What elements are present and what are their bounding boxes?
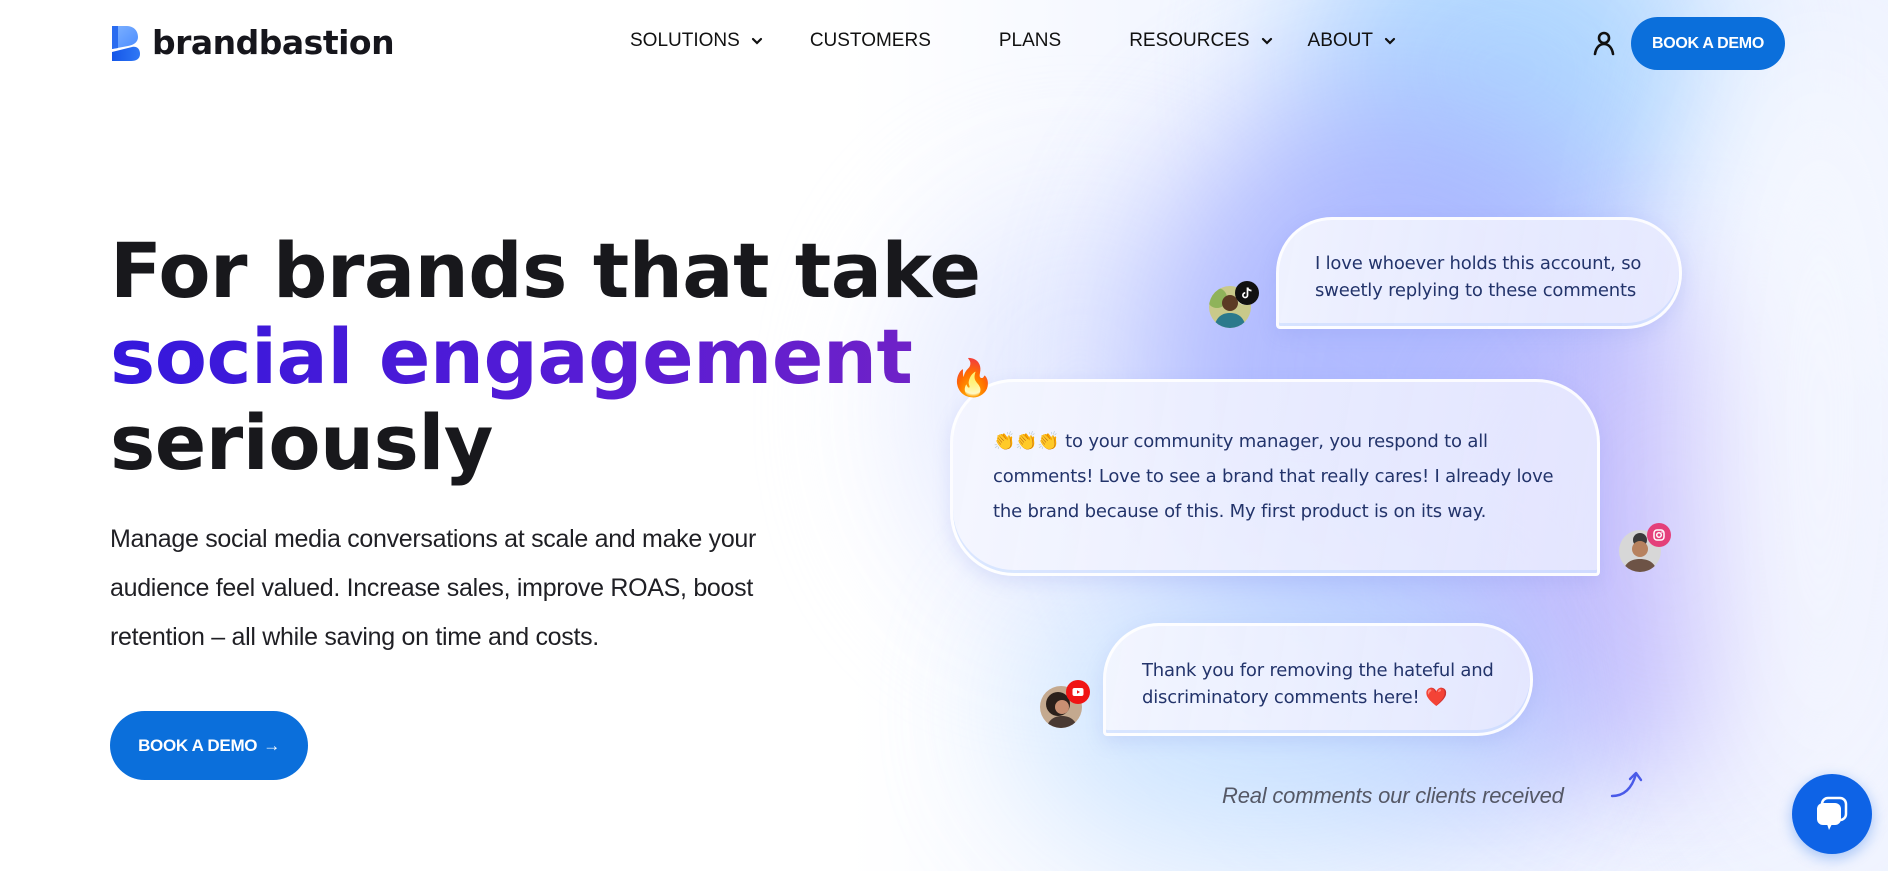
tiktok-badge-icon [1235, 281, 1259, 305]
chat-bubble-icon [1817, 796, 1848, 830]
comments-caption: Real comments our clients received [1222, 783, 1564, 808]
nav-item-label: SOLUTIONS [630, 30, 740, 51]
fire-emoji-icon: 🔥 [950, 357, 995, 398]
nav-item-resources[interactable]: RESOURCES [1129, 30, 1273, 52]
user-icon[interactable] [1592, 30, 1616, 56]
chat-launcher-button[interactable] [1792, 774, 1872, 854]
comment-bubble-tiktok: I love whoever holds this account, so sw… [1276, 217, 1682, 329]
nav-item-plans[interactable]: PLANS [999, 30, 1061, 52]
logo-text: brandbastion [152, 23, 395, 62]
book-demo-header-button[interactable]: BOOK A DEMO [1631, 17, 1785, 70]
chevron-down-icon [751, 37, 762, 45]
hero-title-accent: social engagement [110, 314, 981, 400]
comment-bubble-instagram: 👏👏👏 to your community manager, you respo… [950, 379, 1600, 576]
hero-title: For brands that take social engagement s… [110, 228, 981, 486]
button-label: BOOK A DEMO [138, 735, 258, 755]
logo-mark-icon [110, 24, 142, 62]
nav-item-about[interactable]: ABOUT [1308, 30, 1397, 52]
main-nav: SOLUTIONS CUSTOMERS PLANS RESOURCES ABOU… [630, 30, 1397, 52]
nav-item-label: CUSTOMERS [809, 30, 931, 51]
clapping-hands-emoji-icon: 👏👏👏 [993, 431, 1060, 452]
brand-logo[interactable]: brandbastion [110, 23, 395, 62]
comment-bubble-youtube: Thank you for removing the hateful and d… [1103, 623, 1533, 736]
nav-item-customers[interactable]: CUSTOMERS [810, 30, 931, 52]
curved-arrow-icon [1610, 771, 1643, 798]
arrow-right-icon: → [263, 735, 280, 755]
hero-subtitle: Manage social media conversations at sca… [110, 525, 757, 651]
hero-title-line-1: For brands that take [110, 226, 981, 315]
nav-item-label: ABOUT [1307, 30, 1373, 51]
nav-item-label: PLANS [998, 30, 1062, 51]
nav-item-label: RESOURCES [1129, 30, 1250, 51]
nav-item-solutions[interactable]: SOLUTIONS [630, 30, 764, 52]
chevron-down-icon [1261, 37, 1272, 45]
youtube-badge-icon [1066, 680, 1090, 704]
site-header: brandbastion SOLUTIONS CUSTOMERS PLANS R… [0, 0, 1888, 86]
chevron-down-icon [1384, 37, 1396, 45]
book-demo-hero-button[interactable]: BOOK A DEMO → [110, 711, 308, 780]
instagram-badge-icon [1647, 523, 1671, 547]
hero-title-line-3: seriously [110, 398, 493, 487]
heart-emoji-icon: ❤️ [1425, 687, 1448, 708]
comment-text: to your community manager, you respond t… [993, 431, 1554, 522]
comment-text: I love whoever holds this account, so sw… [1315, 253, 1642, 301]
